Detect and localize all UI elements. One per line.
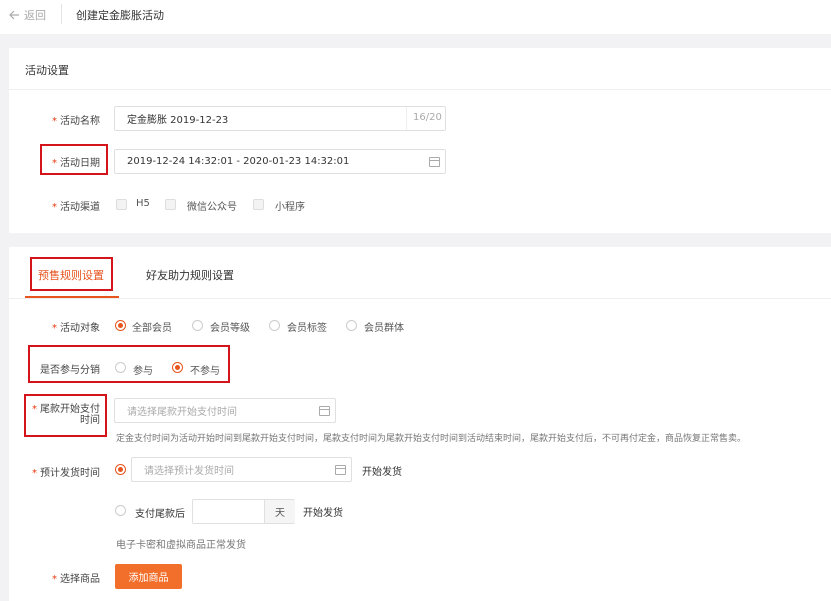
activity-name-label: * 活动名称 <box>52 116 100 127</box>
tabs-divider <box>9 298 831 299</box>
days-unit: 天 <box>264 500 295 523</box>
balance-start-label: * 尾款开始支付 时间 <box>32 404 100 426</box>
back-label: 返回 <box>24 9 46 22</box>
checkbox-miniprogram[interactable] <box>253 199 264 210</box>
radio-participate[interactable] <box>115 362 126 373</box>
page-title: 创建定金膨胀活动 <box>76 9 164 22</box>
products-label: * 选择商品 <box>52 574 100 585</box>
checkbox-h5-label: H5 <box>136 198 150 209</box>
activity-name-input[interactable]: 定金膨胀 2019-12-23 <box>114 106 446 131</box>
radio-all-members-label: 全部会员 <box>132 323 172 334</box>
calendar-icon <box>335 465 346 475</box>
tab-friend-assist-rules[interactable]: 好友助力规则设置 <box>146 267 234 283</box>
balance-start-input[interactable]: 请选择尾款开始支付时间 <box>114 398 336 423</box>
shipping-placeholder: 请选择预计发货时间 <box>144 466 234 477</box>
activity-date-label: * 活动日期 <box>52 158 100 169</box>
activity-settings-header <box>9 48 831 90</box>
arrow-left-icon <box>9 10 19 20</box>
activity-date-value: 2019-12-24 14:32:01 - 2020-01-23 14:32:0… <box>127 156 350 167</box>
add-products-button[interactable]: 添加商品 <box>115 564 182 589</box>
balance-start-placeholder: 请选择尾款开始支付时间 <box>127 407 237 418</box>
divider <box>61 4 62 24</box>
radio-member-tag[interactable] <box>269 320 280 331</box>
radio-member-level-label: 会员等级 <box>210 323 250 334</box>
radio-not-participate-label: 不参与 <box>190 366 220 377</box>
radio-not-participate[interactable] <box>172 362 183 373</box>
activity-settings-title: 活动设置 <box>25 64 69 77</box>
after-balance-suffix: 开始发货 <box>303 508 343 519</box>
radio-all-members[interactable] <box>115 320 126 331</box>
shipping-suffix: 开始发货 <box>362 467 402 478</box>
calendar-icon <box>319 406 330 416</box>
balance-hint: 定金支付时间为活动开始时间到尾款开始支付时间，尾款支付时间为尾款开始支付时间到活… <box>116 434 747 444</box>
radio-member-tag-label: 会员标签 <box>287 323 327 334</box>
checkbox-miniprogram-label: 小程序 <box>275 202 305 213</box>
radio-member-group[interactable] <box>346 320 357 331</box>
radio-member-group-label: 会员群体 <box>364 323 404 334</box>
checkbox-wechat-label: 微信公众号 <box>187 202 237 213</box>
shipping-note: 电子卡密和虚拟商品正常发货 <box>116 540 246 551</box>
activity-name-value: 定金膨胀 2019-12-23 <box>127 115 229 126</box>
calendar-icon <box>429 157 440 167</box>
days-input[interactable]: 天 <box>192 499 295 524</box>
activity-channel-label: * 活动渠道 <box>52 202 100 213</box>
distribution-label: 是否参与分销 <box>40 365 100 376</box>
char-counter: 16/20 <box>413 112 442 123</box>
checkbox-h5[interactable] <box>116 199 127 210</box>
tab-presale-rules[interactable]: 预售规则设置 <box>38 267 104 283</box>
target-label: * 活动对象 <box>52 323 100 334</box>
shipping-date-input[interactable]: 请选择预计发货时间 <box>131 457 352 482</box>
radio-after-balance[interactable] <box>115 505 126 516</box>
radio-shipping-date[interactable] <box>115 464 126 475</box>
checkbox-wechat[interactable] <box>165 199 176 210</box>
shipping-label: * 预计发货时间 <box>32 468 100 479</box>
counter-divider <box>406 107 407 130</box>
after-balance-label: 支付尾款后 <box>135 509 185 520</box>
back-button[interactable]: 返回 <box>9 7 46 23</box>
activity-date-input[interactable]: 2019-12-24 14:32:01 - 2020-01-23 14:32:0… <box>114 149 446 174</box>
radio-member-level[interactable] <box>192 320 203 331</box>
radio-participate-label: 参与 <box>133 366 153 377</box>
